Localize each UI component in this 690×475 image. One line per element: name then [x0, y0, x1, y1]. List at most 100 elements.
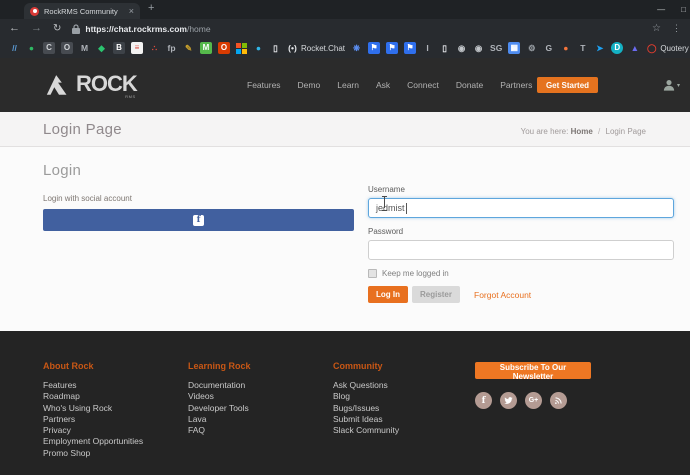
bookmark-item[interactable]: ➤ — [594, 42, 605, 54]
footer-link[interactable]: Blog — [333, 391, 475, 402]
footer-link[interactable]: Ask Questions — [333, 380, 475, 391]
bookmark-item[interactable]: ⚑ — [404, 42, 417, 54]
username-input[interactable]: jedmist — [368, 198, 674, 218]
minimize-button[interactable]: — — [657, 5, 665, 14]
get-started-button[interactable]: Get Started — [537, 77, 598, 93]
bookmark-item[interactable]: // — [9, 42, 20, 54]
bookmark-item[interactable]: B — [113, 42, 125, 54]
bookmark-item[interactable]: ▦ — [508, 42, 521, 54]
footer-link[interactable]: Promo Shop — [43, 448, 188, 459]
forgot-account-link[interactable]: Forgot Account — [474, 290, 531, 300]
footer-link[interactable]: Slack Community — [333, 425, 475, 436]
bookmark-item[interactable]: ▯ — [439, 42, 450, 54]
bookmark-favicon-icon: ⚑ — [368, 42, 381, 54]
bookmark-item[interactable]: (•) Rocket.Chat — [287, 42, 345, 54]
bookmark-item[interactable]: ≡ — [131, 42, 143, 54]
breadcrumb-current: Login Page — [605, 127, 646, 136]
nav-item-connect[interactable]: Connect — [407, 80, 439, 90]
bookmark-item[interactable]: ▯ — [270, 42, 281, 54]
footer-link[interactable]: Videos — [188, 391, 333, 402]
address-bar[interactable]: https://chat.rockrms.com/home — [72, 24, 641, 34]
forward-icon[interactable]: → — [31, 23, 42, 34]
nav-item-learn[interactable]: Learn — [337, 80, 359, 90]
bookmark-item[interactable]: ▲ — [629, 42, 640, 54]
footer-link[interactable]: Documentation — [188, 380, 333, 391]
bookmark-item[interactable]: M — [200, 42, 212, 54]
footer-social-icons: f G+ — [475, 392, 591, 409]
footer-link[interactable]: FAQ — [188, 425, 333, 436]
browser-tab[interactable]: RockRMS Community × — [24, 3, 140, 19]
social-login-label: Login with social account — [43, 194, 132, 203]
bookmark-item[interactable]: ⚙ — [526, 42, 537, 54]
footer-link[interactable]: Developer Tools — [188, 403, 333, 414]
footer-link[interactable]: Employment Opportunities — [43, 436, 188, 447]
bookmark-item[interactable]: ⚑ — [386, 42, 399, 54]
bookmark-item[interactable]: G — [543, 42, 554, 54]
footer-link[interactable]: Who's Using Rock — [43, 403, 188, 414]
bookmark-item[interactable]: ∴ — [149, 42, 160, 54]
bookmark-favicon-icon: ▦ — [508, 42, 521, 54]
keep-logged-in-checkbox[interactable] — [368, 269, 377, 278]
bookmark-item[interactable]: ● — [26, 42, 37, 54]
rss-icon[interactable] — [550, 392, 567, 409]
user-menu[interactable]: ▾ — [663, 79, 680, 91]
nav-item-donate[interactable]: Donate — [456, 80, 483, 90]
footer-link[interactable]: Submit Ideas — [333, 414, 475, 425]
subscribe-newsletter-button[interactable]: Subscribe To Our Newsletter — [475, 362, 591, 381]
bookmark-item[interactable]: O — [218, 42, 230, 54]
bookmark-item[interactable]: fp — [166, 42, 177, 54]
bookmark-item[interactable]: ◯ Quotery — [646, 42, 689, 54]
rock-logo[interactable]: ROCK RMS — [44, 71, 138, 99]
bookmark-item[interactable]: SG — [490, 42, 502, 54]
bookmark-item[interactable]: ◆ — [96, 42, 107, 54]
tab-close-icon[interactable]: × — [129, 6, 134, 16]
form-actions: Log In Register Forgot Account — [368, 286, 674, 303]
bookmark-item[interactable]: I — [422, 42, 433, 54]
breadcrumb-home-link[interactable]: Home — [571, 127, 593, 136]
facebook-login-button[interactable]: f — [43, 209, 354, 231]
bookmark-favicon-icon: fp — [167, 42, 176, 53]
bookmark-star-icon[interactable]: ☆ — [652, 23, 661, 34]
credentials-form: Username jedmist Password Keep me logged… — [368, 185, 674, 303]
twitter-icon[interactable] — [500, 392, 517, 409]
bookmark-item[interactable]: ◉ — [473, 42, 484, 54]
google-plus-icon[interactable]: G+ — [525, 392, 542, 409]
footer-link[interactable]: Roadmap — [43, 391, 188, 402]
register-button[interactable]: Register — [412, 286, 460, 303]
bookmark-item[interactable]: M — [79, 42, 90, 54]
bookmark-item[interactable]: O — [61, 42, 73, 54]
bookmark-item[interactable]: D — [611, 42, 624, 54]
reload-icon[interactable]: ↻ — [53, 23, 61, 34]
bookmark-item[interactable] — [236, 42, 247, 54]
password-input[interactable] — [368, 240, 674, 260]
bookmark-favicon-icon: O — [61, 42, 73, 54]
bookmark-item[interactable]: ● — [560, 42, 571, 54]
nav-item-demo[interactable]: Demo — [298, 80, 321, 90]
bookmark-item[interactable]: ● — [253, 42, 264, 54]
nav-item-partners[interactable]: Partners — [500, 80, 532, 90]
bookmark-item[interactable]: ❋ — [351, 42, 362, 54]
footer-link[interactable]: Partners — [43, 414, 188, 425]
facebook-icon[interactable]: f — [475, 392, 492, 409]
footer-link[interactable]: Lava — [188, 414, 333, 425]
bookmark-label: Rocket.Chat — [301, 43, 346, 53]
bookmark-item[interactable]: ⚑ — [368, 42, 381, 54]
footer-link[interactable]: Features — [43, 380, 188, 391]
log-in-button[interactable]: Log In — [368, 286, 408, 303]
nav-item-ask[interactable]: Ask — [376, 80, 390, 90]
bookmark-item[interactable]: ✎ — [183, 42, 194, 54]
bookmark-favicon-icon: ⚙ — [528, 42, 536, 53]
bookmark-favicon-icon: ∴ — [151, 42, 158, 53]
back-icon[interactable]: ← — [9, 23, 20, 34]
bookmark-item[interactable]: C — [43, 42, 55, 54]
bookmark-item[interactable]: T — [577, 42, 588, 54]
remember-row: Keep me logged in — [368, 269, 674, 278]
new-tab-button[interactable]: + — [148, 2, 154, 14]
footer-column: About Rock Features Roadmap Who's Using Roc… — [43, 361, 188, 475]
footer-link[interactable]: Bugs/Issues — [333, 403, 475, 414]
nav-item-features[interactable]: Features — [247, 80, 281, 90]
maximize-button[interactable]: □ — [681, 5, 686, 14]
footer-link[interactable]: Privacy — [43, 425, 188, 436]
bookmark-item[interactable]: ◉ — [456, 42, 467, 54]
browser-menu-icon[interactable]: ⋮ — [672, 23, 681, 34]
